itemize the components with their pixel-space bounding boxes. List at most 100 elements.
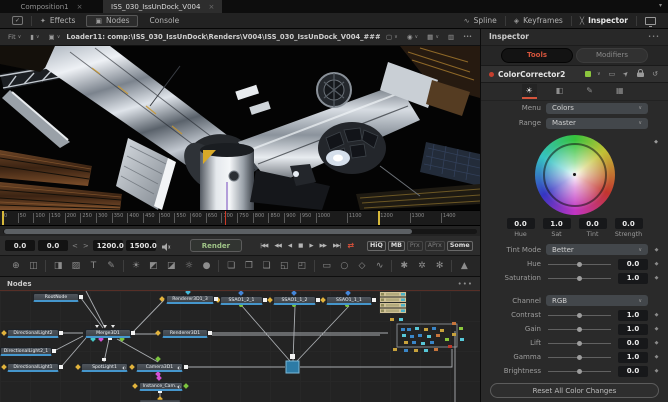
contrast-value-field[interactable]: 1.0 — [618, 310, 648, 321]
node-instance-camera[interactable]: Instance_Cam... — [139, 382, 183, 391]
node-ssao1-1-1[interactable]: SSAO1_1_1 — [326, 296, 372, 305]
blur-tool-icon[interactable]: ● — [198, 261, 216, 271]
dual-monitor-icon[interactable] — [645, 17, 656, 25]
colorcorrector-tool-icon[interactable]: ☀ — [127, 261, 145, 271]
tab-iss-comp[interactable]: ISS_030_IssUnDock_V004 × — [103, 0, 222, 13]
node-rootnode[interactable]: RootNode — [33, 293, 79, 302]
roi-dropdown[interactable]: ▢ ∨ — [383, 33, 401, 41]
playhead[interactable] — [225, 211, 226, 225]
hue-slider[interactable] — [546, 260, 613, 269]
keyframe-diamond-icon[interactable]: ◆ — [653, 368, 660, 374]
split-view-button[interactable]: ▥ — [445, 33, 457, 41]
inspector-button[interactable]: ╳ Inspector — [572, 13, 636, 29]
play-button[interactable]: ▶ — [306, 241, 315, 251]
keyframe-diamond-icon[interactable]: ◆ — [653, 354, 660, 360]
motionblur-toggle[interactable]: MB — [388, 241, 405, 251]
channel-dropdown[interactable]: ▮ ∨ — [27, 33, 42, 41]
node-editor[interactable]: RootNode Renderer3D1_3 SSAO1_2_1 SSAO1_1… — [0, 291, 480, 402]
gamma-slider[interactable] — [546, 353, 613, 362]
reset-all-color-changes-button[interactable]: Reset All Color Changes — [490, 383, 659, 398]
brightness-tool-icon[interactable]: ☼ — [180, 261, 198, 271]
render-range-marker[interactable] — [378, 211, 380, 225]
correction-tab-icon[interactable]: ☀ — [522, 84, 537, 99]
slider-handle[interactable] — [577, 276, 582, 281]
pin-icon[interactable]: ➤ — [620, 68, 633, 81]
reset-icon[interactable]: ↺ — [650, 70, 660, 78]
menu-dropdown[interactable]: Colors ∨ — [546, 103, 648, 114]
slider-handle[interactable] — [577, 262, 582, 267]
hue-value-field[interactable]: 0.0 — [507, 218, 535, 229]
chevron-down-icon[interactable]: ∨ — [595, 71, 603, 77]
node-ssao1-1-2[interactable]: SSAO1_1_2 — [273, 296, 316, 305]
io-loader-icon[interactable]: ⊕ — [7, 261, 25, 271]
viewer-image[interactable] — [0, 46, 480, 210]
keyframe-diamond-icon[interactable]: ◆ — [653, 247, 660, 253]
versions-icon[interactable]: ▭ — [607, 70, 618, 78]
node-ssao1-2-1[interactable]: SSAO1_2_1 — [220, 296, 263, 305]
ellipse-mask-icon[interactable]: ○ — [335, 261, 353, 271]
tab-tools[interactable]: Tools — [501, 48, 573, 63]
close-icon[interactable]: × — [77, 3, 83, 11]
current-frame-field[interactable]: 0.0 — [5, 240, 35, 251]
brightness-value-field[interactable]: 0.0 — [618, 366, 648, 377]
tint-mode-dropdown[interactable]: Better ∨ — [546, 244, 648, 255]
stop-button[interactable]: ■ — [295, 241, 305, 251]
node-renderer3d1-3[interactable]: Renderer3D1_3 — [166, 295, 214, 304]
imageplane3d-tool-icon[interactable]: ▲ — [455, 261, 473, 271]
play-reverse-button[interactable]: ◀ — [285, 241, 294, 251]
fastnoise-tool-icon[interactable]: ▨ — [67, 261, 85, 271]
fast-reverse-button[interactable]: ◀◀ — [271, 241, 283, 251]
slider-handle[interactable] — [577, 341, 582, 346]
text-tool-icon[interactable]: T — [85, 261, 103, 271]
autoproxy-toggle[interactable]: APrx — [425, 241, 445, 251]
saturation-value-field[interactable]: 1.0 — [618, 273, 648, 284]
colorcorrector-header[interactable]: ColorCorrector2 ∨ ▭ ➤ ↺ — [481, 65, 668, 84]
keyframe-diamond-icon[interactable]: ◆ — [653, 326, 660, 332]
close-icon[interactable]: × — [208, 3, 214, 11]
viewer-menu-button[interactable]: ••• — [460, 34, 475, 40]
current-time-field[interactable]: 0.0 — [38, 240, 68, 251]
huecurves-tool-icon[interactable]: ◪ — [162, 261, 180, 271]
range-end-field[interactable]: 1500.0 — [126, 240, 156, 251]
keyframe-diamond-icon[interactable]: ◆ — [653, 340, 660, 346]
node-directionallight2-1[interactable]: DirectionalLight2_1 — [0, 347, 52, 356]
sat-value-field[interactable]: 1.0 — [543, 218, 571, 229]
console-button[interactable]: Console — [141, 13, 187, 29]
effects-button[interactable]: ✦ Effects — [32, 13, 83, 29]
prender-tool-icon[interactable]: ✻ — [431, 261, 449, 271]
polygon-mask-icon[interactable]: ◇ — [353, 261, 371, 271]
tab-modifiers[interactable]: Modifiers — [576, 48, 648, 63]
inspector-menu-icon[interactable]: ••• — [648, 34, 660, 40]
dissolve-tool-icon[interactable]: ❐ — [240, 261, 258, 271]
node-directionallight2[interactable]: DirectionalLight2 — [7, 329, 59, 338]
fast-forward-button[interactable]: ▶▶ — [317, 241, 329, 251]
merge-tool-icon[interactable]: ❏ — [222, 261, 240, 271]
goto-end-button[interactable]: ▶▶| — [330, 241, 343, 251]
bspline-mask-icon[interactable]: ∿ — [371, 261, 389, 271]
range-dropdown[interactable]: Master ∨ — [546, 118, 648, 129]
tab-composition1[interactable]: Composition1 × — [0, 0, 103, 13]
hue-value-field[interactable]: 0.0 — [618, 259, 648, 270]
lut-dropdown[interactable]: ◉ ∨ — [404, 33, 421, 41]
timeline-scrollbar[interactable] — [0, 226, 480, 236]
saturation-slider[interactable] — [546, 274, 613, 283]
ranges-tab-icon[interactable]: ◧ — [552, 84, 568, 99]
contrast-slider[interactable] — [546, 311, 613, 320]
pmerge-tool-icon[interactable]: ✲ — [413, 261, 431, 271]
proxy-toggle[interactable]: Prx — [407, 241, 423, 251]
step-back-button[interactable]: < — [71, 242, 79, 250]
nodes-menu-icon[interactable]: ••• — [458, 280, 473, 288]
tint-value-field[interactable]: 0.0 — [579, 218, 607, 229]
slider-handle[interactable] — [577, 327, 582, 332]
options-tab-icon[interactable]: ▦ — [612, 84, 628, 99]
transform-tool-icon[interactable]: ◰ — [293, 261, 311, 271]
io-saver-icon[interactable]: ◫ — [25, 261, 43, 271]
keyframes-button[interactable]: ◈ Keyframes — [506, 13, 571, 29]
background-tool-icon[interactable]: ◨ — [49, 261, 67, 271]
node-spotlight1[interactable]: SpotLight1 — [81, 363, 128, 372]
lock-icon[interactable] — [635, 69, 646, 79]
loop-button[interactable]: ⇄ — [344, 239, 357, 252]
keyframe-diamond-icon[interactable]: ◆ — [653, 275, 660, 281]
colorcurves-tool-icon[interactable]: ◩ — [145, 261, 163, 271]
keyframe-diamond-icon[interactable]: ◆ — [653, 261, 660, 267]
